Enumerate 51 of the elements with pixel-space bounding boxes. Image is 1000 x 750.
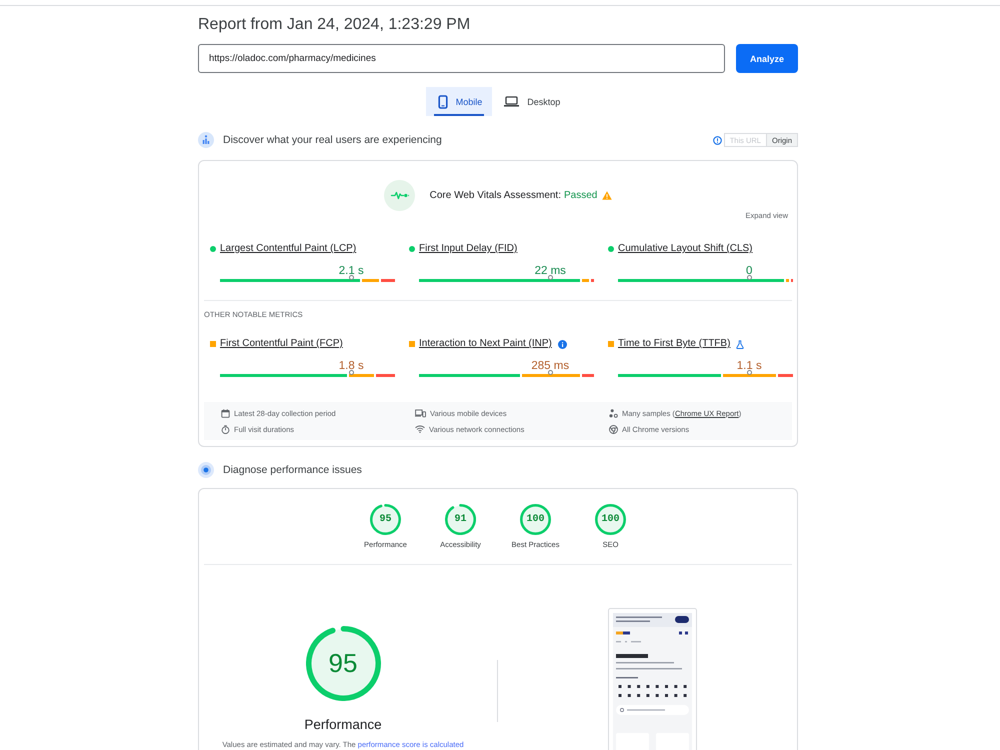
metric-link[interactable]: First Input Delay (FID) [419,243,518,255]
metric-value: 0 [746,264,752,278]
metric-link[interactable]: First Contentful Paint (FCP) [220,338,343,350]
score-value: 100 [601,514,620,525]
distribution-segment [582,279,590,282]
report-title: Report from Jan 24, 2024, 1:23:29 PM [198,15,470,35]
assessment-result: Passed [564,190,598,201]
metric-value: 1.8 s [338,359,364,373]
distribution-segment [786,279,789,282]
timer-icon [221,424,230,434]
distribution-segment [522,374,580,377]
distribution-segment [790,279,793,282]
phone-icon [438,94,448,108]
metric-value: 285 ms [531,359,570,373]
metric-link[interactable]: Cumulative Layout Shift (CLS) [618,243,753,255]
distribution-segment [381,279,395,282]
score-value: 100 [526,514,544,525]
device-tab[interactable]: Desktop [492,87,570,116]
metric-value: 2.1 s [338,264,364,278]
distribution-segment [582,374,594,377]
devices-icon [415,408,426,418]
distribution-segment [591,279,594,282]
nodes-icon [609,408,618,418]
device-tab[interactable]: Mobile [426,87,492,116]
calendar-icon [221,408,230,418]
metric-value: 22 ms [534,264,566,278]
assessment-label: Core Web Vitals Assessment: [430,190,561,201]
bar-chart-icon [198,132,214,148]
distribution-segment [778,374,793,377]
distribution-segment [376,374,396,377]
url-field[interactable]: https://oladoc.com/pharmacy/medicines [198,44,725,73]
category-title: Performance [304,717,382,733]
browser-icon [609,424,618,434]
score-value: 95 [328,648,358,679]
score-value: 91 [454,514,466,525]
section-heading: Discover what your real users are experiencing [223,134,442,146]
section-heading: Diagnose performance issues [223,464,362,476]
dot-icon [198,462,214,478]
metric-link[interactable]: Time to First Byte (TTFB) [618,338,730,350]
distribution-segment [348,374,374,377]
metric-link[interactable]: Interaction to Next Paint (INP) [419,338,552,350]
info-icon [712,136,722,144]
waveform-icon [384,180,415,211]
distribution-segment [362,279,380,282]
laptop-icon [504,96,520,107]
distribution-segment [722,374,776,377]
score-value: 95 [379,514,392,525]
wifi-icon [415,425,425,433]
metric-value: 1.1 s [736,359,762,373]
metric-link[interactable]: Largest Contentful Paint (LCP) [220,243,356,255]
analyze-button[interactable]: Analyze [736,44,798,73]
